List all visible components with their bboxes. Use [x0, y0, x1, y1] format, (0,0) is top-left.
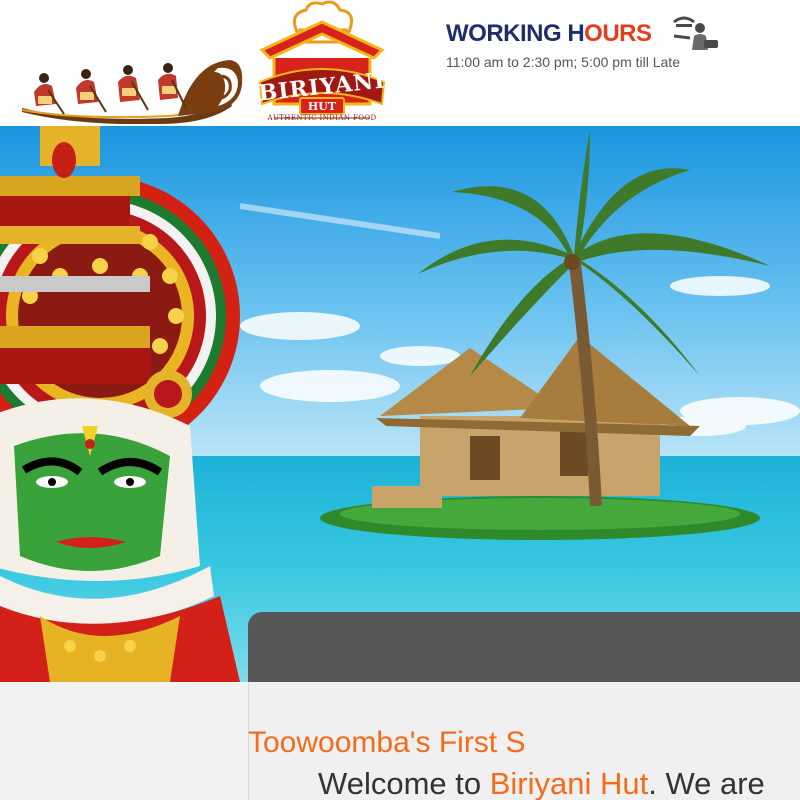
content-panel-header — [248, 612, 800, 682]
working-hours-title-accent: OURS — [584, 20, 652, 47]
kathakali-and-island-illustration — [0, 126, 800, 682]
biriyani-hut-logo[interactable]: BIRIYANI HUT AUTHENTIC INDIAN FOOD — [254, 0, 390, 128]
brand-badge: HUT — [307, 100, 337, 113]
hero-banner — [0, 126, 800, 682]
site-header: BIRIYANI HUT AUTHENTIC INDIAN FOOD WORKI… — [0, 0, 800, 126]
welcome-text: Welcome to Biriyani Hut. We are — [318, 766, 765, 800]
welcome-brand-name: Biriyani Hut — [489, 766, 649, 800]
working-hours-times: 11:00 am to 2:30 pm; 5:00 pm till Late — [446, 54, 680, 70]
working-hours: WORKING HOURS 11:00 am to 2:30 pm; 5:00 … — [446, 12, 746, 76]
brand-tagline: AUTHENTIC INDIAN FOOD — [267, 114, 377, 122]
working-hours-title-start: WORKING H — [446, 20, 585, 47]
welcome-prefix: Welcome to — [318, 766, 490, 800]
snake-boat-logo[interactable] — [18, 52, 244, 124]
content-text: Toowoomba's First S Welcome to Biriyani … — [0, 682, 800, 800]
welcome-suffix: . We are — [648, 766, 765, 800]
tagline-heading: Toowoomba's First S — [248, 726, 526, 759]
working-hours-title: WORKING HOURS — [446, 20, 652, 48]
chef-serving-icon — [673, 16, 718, 50]
